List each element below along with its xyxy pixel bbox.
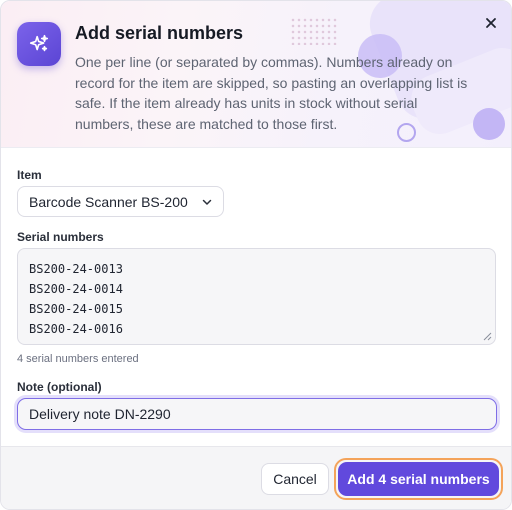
dialog-footer: Cancel Add 4 serial numbers — [1, 446, 511, 509]
chevron-down-icon — [202, 199, 212, 205]
dialog-title: Add serial numbers — [75, 23, 244, 43]
serial-line: BS200-24-0014 — [29, 282, 123, 296]
serial-numbers-textarea[interactable]: BS200-24-0013 BS200-24-0014 BS200-24-001… — [17, 248, 496, 345]
sparkles-icon — [17, 22, 61, 66]
decorative-dot-grid — [290, 17, 338, 45]
dialog-description: One per line (or separated by commas). N… — [75, 54, 468, 132]
cancel-button[interactable]: Cancel — [261, 463, 329, 495]
serial-count-helper: 4 serial numbers entered — [17, 353, 139, 365]
dialog-body: Item Barcode Scanner BS-200 Serial numbe… — [1, 148, 511, 431]
item-label: Item — [17, 168, 42, 182]
dialog-header: Add serial numbers One per line (or sepa… — [1, 1, 511, 148]
note-input[interactable]: Delivery note DN-2290 — [17, 398, 497, 430]
resize-handle-icon[interactable] — [483, 332, 492, 341]
add-serial-numbers-button[interactable]: Add 4 serial numbers — [338, 462, 499, 496]
note-input-value: Delivery note DN-2290 — [29, 406, 171, 422]
serial-line: BS200-24-0013 — [29, 262, 123, 276]
serial-line: BS200-24-0016 — [29, 322, 123, 336]
decorative-circle — [473, 108, 505, 140]
close-button[interactable] — [480, 12, 502, 34]
item-select-value: Barcode Scanner BS-200 — [29, 193, 188, 210]
add-serial-numbers-dialog: Add serial numbers One per line (or sepa… — [0, 0, 512, 510]
close-icon — [486, 18, 496, 28]
item-select[interactable]: Barcode Scanner BS-200 — [17, 186, 224, 217]
note-label: Note (optional) — [17, 380, 102, 394]
serial-line: BS200-24-0015 — [29, 302, 123, 316]
serial-numbers-label: Serial numbers — [17, 230, 104, 244]
